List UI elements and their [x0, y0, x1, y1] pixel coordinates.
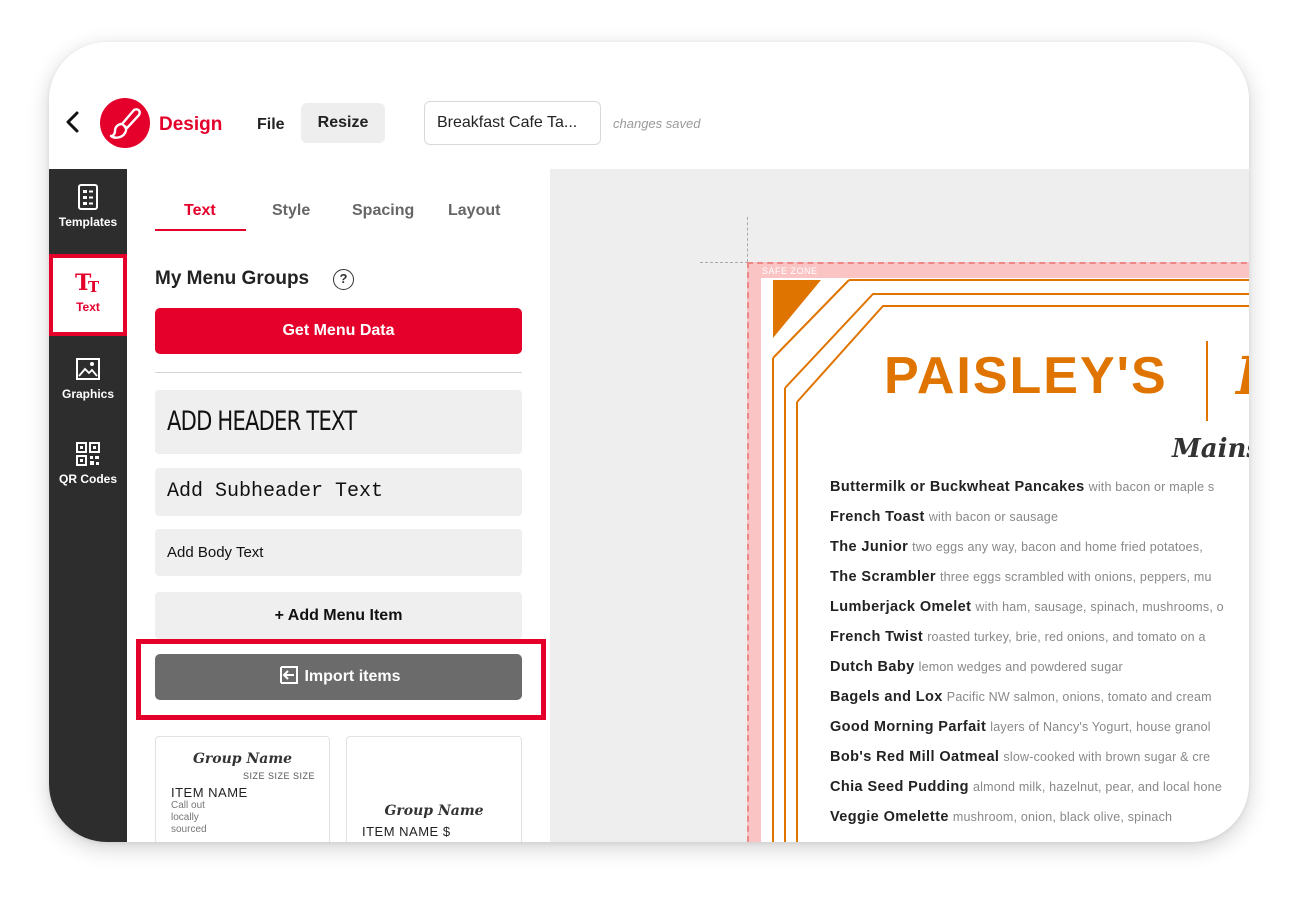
top-bar: Design File Resize Breakfast Cafe Ta... …	[49, 42, 1249, 169]
menu-item-name: Bagels and Lox	[830, 689, 943, 705]
import-items-button[interactable]: Import items	[155, 654, 522, 700]
restaurant-name-suffix: I	[1236, 346, 1249, 407]
tab-text[interactable]: Text	[184, 202, 216, 220]
menu-group-template-card[interactable]: Group Name SIZE SIZE SIZE ITEM NAME Call…	[155, 736, 330, 842]
get-menu-data-button[interactable]: Get Menu Data	[155, 308, 522, 354]
menu-page-content: PAISLEY'S I Mains Buttermilk or Buckwhea…	[761, 278, 1249, 842]
menu-item-desc: with ham, sausage, spinach, mushrooms, o	[975, 600, 1224, 614]
guide-line	[747, 217, 748, 262]
rail-label-graphics: Graphics	[61, 387, 115, 401]
menu-item-name: French Twist	[830, 629, 924, 645]
add-subheader-text-button[interactable]: Add Subheader Text	[155, 468, 522, 516]
brand-separator	[1206, 341, 1208, 421]
menu-item[interactable]: Dutch Baby lemon wedges and powdered sug…	[830, 657, 1249, 687]
tab-spacing[interactable]: Spacing	[352, 202, 414, 220]
menu-item[interactable]: French Twist roasted turkey, brie, red o…	[830, 627, 1249, 657]
menu-item-name: French Toast	[830, 509, 925, 525]
menu-item-desc: slow-cooked with brown sugar & cre	[1003, 750, 1211, 764]
card-callout-line: sourced	[171, 824, 207, 835]
rail-item-templates[interactable]: Templates	[49, 169, 127, 251]
menu-item-name: Lumberjack Omelet	[830, 599, 972, 615]
import-items-label: Import items	[304, 668, 401, 685]
menu-item[interactable]: Buttermilk or Buckwheat Pancakes with ba…	[830, 477, 1249, 507]
rail-item-qr-codes[interactable]: QR Codes	[49, 426, 127, 508]
design-canvas[interactable]: SAFE ZONE PAISLEY'S I Mains Buttermilk o…	[550, 169, 1249, 842]
rail-item-text[interactable]: T T Text	[49, 254, 127, 336]
restaurant-name: PAISLEY'S	[884, 347, 1168, 405]
menu-item[interactable]: Veggie Omelette mushroom, onion, black o…	[830, 807, 1249, 837]
app-name: Design	[159, 114, 223, 135]
resize-button[interactable]: Resize	[301, 103, 385, 143]
card-callout-line: Call out	[171, 800, 205, 811]
menu-item[interactable]: Lumberjack Omelet with ham, sausage, spi…	[830, 597, 1249, 627]
save-status: changes saved	[613, 116, 701, 131]
qr-code-icon	[76, 442, 100, 466]
app-window: Design File Resize Breakfast Cafe Ta... …	[49, 42, 1249, 842]
menu-item-desc: Pacific NW salmon, onions, tomato and cr…	[946, 690, 1212, 704]
paintbrush-logo-icon	[100, 98, 150, 148]
active-tab-indicator	[155, 229, 246, 231]
add-header-text-button[interactable]: ADD HEADER TEXT	[155, 390, 522, 454]
menu-item-name: The Scrambler	[830, 569, 936, 585]
menu-item-name: Chia Seed Pudding	[830, 779, 969, 795]
menu-item-desc: layers of Nancy's Yogurt, house granol	[990, 720, 1211, 734]
text-icon: T T	[75, 270, 100, 296]
card-group-name: Group Name	[192, 751, 293, 767]
card-sizes: SIZE SIZE SIZE	[242, 771, 315, 781]
rail-label-text: Text	[76, 300, 100, 314]
menu-item-desc: with bacon or sausage	[928, 510, 1059, 524]
guide-line	[700, 262, 748, 263]
menu-item-name: Bob's Red Mill Oatmeal	[830, 749, 1000, 765]
menu-item[interactable]: The Scrambler three eggs scrambled with …	[830, 567, 1249, 597]
menu-item-desc: with bacon or maple s	[1088, 480, 1215, 494]
menu-item-desc: almond milk, hazelnut, pear, and local h…	[972, 780, 1222, 794]
divider	[155, 372, 522, 373]
help-icon[interactable]: ?	[333, 269, 354, 290]
tab-layout[interactable]: Layout	[448, 202, 500, 220]
menu-item[interactable]: Bob's Red Mill Oatmeal slow-cooked with …	[830, 747, 1249, 777]
menu-items-list: Buttermilk or Buckwheat Pancakes with ba…	[830, 477, 1249, 837]
tab-style[interactable]: Style	[272, 202, 310, 220]
menu-item[interactable]: The Junior two eggs any way, bacon and h…	[830, 537, 1249, 567]
text-panel: Text Style Spacing Layout My Menu Groups…	[127, 169, 570, 842]
import-icon	[280, 666, 299, 685]
header-text-label: ADD HEADER TEXT	[167, 406, 357, 437]
rail-label-templates: Templates	[58, 215, 118, 229]
back-chevron-icon[interactable]	[63, 110, 83, 134]
menu-item-name: Veggie Omelette	[830, 809, 949, 825]
menu-item-desc: three eggs scrambled with onions, pepper…	[939, 570, 1212, 584]
menu-item-name: The Junior	[830, 539, 909, 555]
card-item-name: ITEM NAME $	[362, 824, 451, 839]
menu-item-name: Buttermilk or Buckwheat Pancakes	[830, 479, 1085, 495]
rail-item-graphics[interactable]: Graphics	[49, 341, 127, 423]
menu-item-desc: roasted turkey, brie, red onions, and to…	[927, 630, 1206, 644]
menu-item[interactable]: Chia Seed Pudding almond milk, hazelnut,…	[830, 777, 1249, 807]
svg-text:T: T	[88, 278, 100, 296]
menu-groups-title: My Menu Groups	[155, 268, 310, 289]
menu-item-name: Good Morning Parfait	[830, 719, 987, 735]
tool-rail: Templates T T Text Graphics QR Codes	[49, 169, 127, 842]
menu-item[interactable]: Good Morning Parfait layers of Nancy's Y…	[830, 717, 1249, 747]
add-menu-item-button[interactable]: + Add Menu Item	[155, 592, 522, 639]
menu-item-desc: two eggs any way, bacon and home fried p…	[912, 540, 1203, 554]
document-name-field[interactable]: Breakfast Cafe Ta...	[424, 101, 601, 145]
card-callout-line: locally	[171, 812, 199, 823]
menu-item-name: Dutch Baby	[830, 659, 915, 675]
templates-icon	[78, 184, 98, 210]
menu-group-template-card[interactable]: Group Name ITEM NAME $	[346, 736, 522, 842]
menu-item[interactable]: French Toast with bacon or sausage	[830, 507, 1249, 537]
safe-zone-label: SAFE ZONE	[762, 266, 818, 276]
menu-item[interactable]: Bagels and Lox Pacific NW salmon, onions…	[830, 687, 1249, 717]
graphics-icon	[76, 358, 100, 380]
menu-page[interactable]: SAFE ZONE PAISLEY'S I Mains Buttermilk o…	[747, 262, 1249, 842]
section-title: Mains	[1172, 434, 1249, 464]
card-item-name: ITEM NAME	[171, 785, 248, 800]
menu-item-desc: mushroom, onion, black olive, spinach	[952, 810, 1173, 824]
card-group-name: Group Name	[384, 803, 484, 819]
menu-item-desc: lemon wedges and powdered sugar	[918, 660, 1123, 674]
file-menu[interactable]: File	[257, 116, 285, 134]
add-body-text-button[interactable]: Add Body Text	[155, 529, 522, 576]
rail-label-qr-codes: QR Codes	[58, 472, 117, 486]
